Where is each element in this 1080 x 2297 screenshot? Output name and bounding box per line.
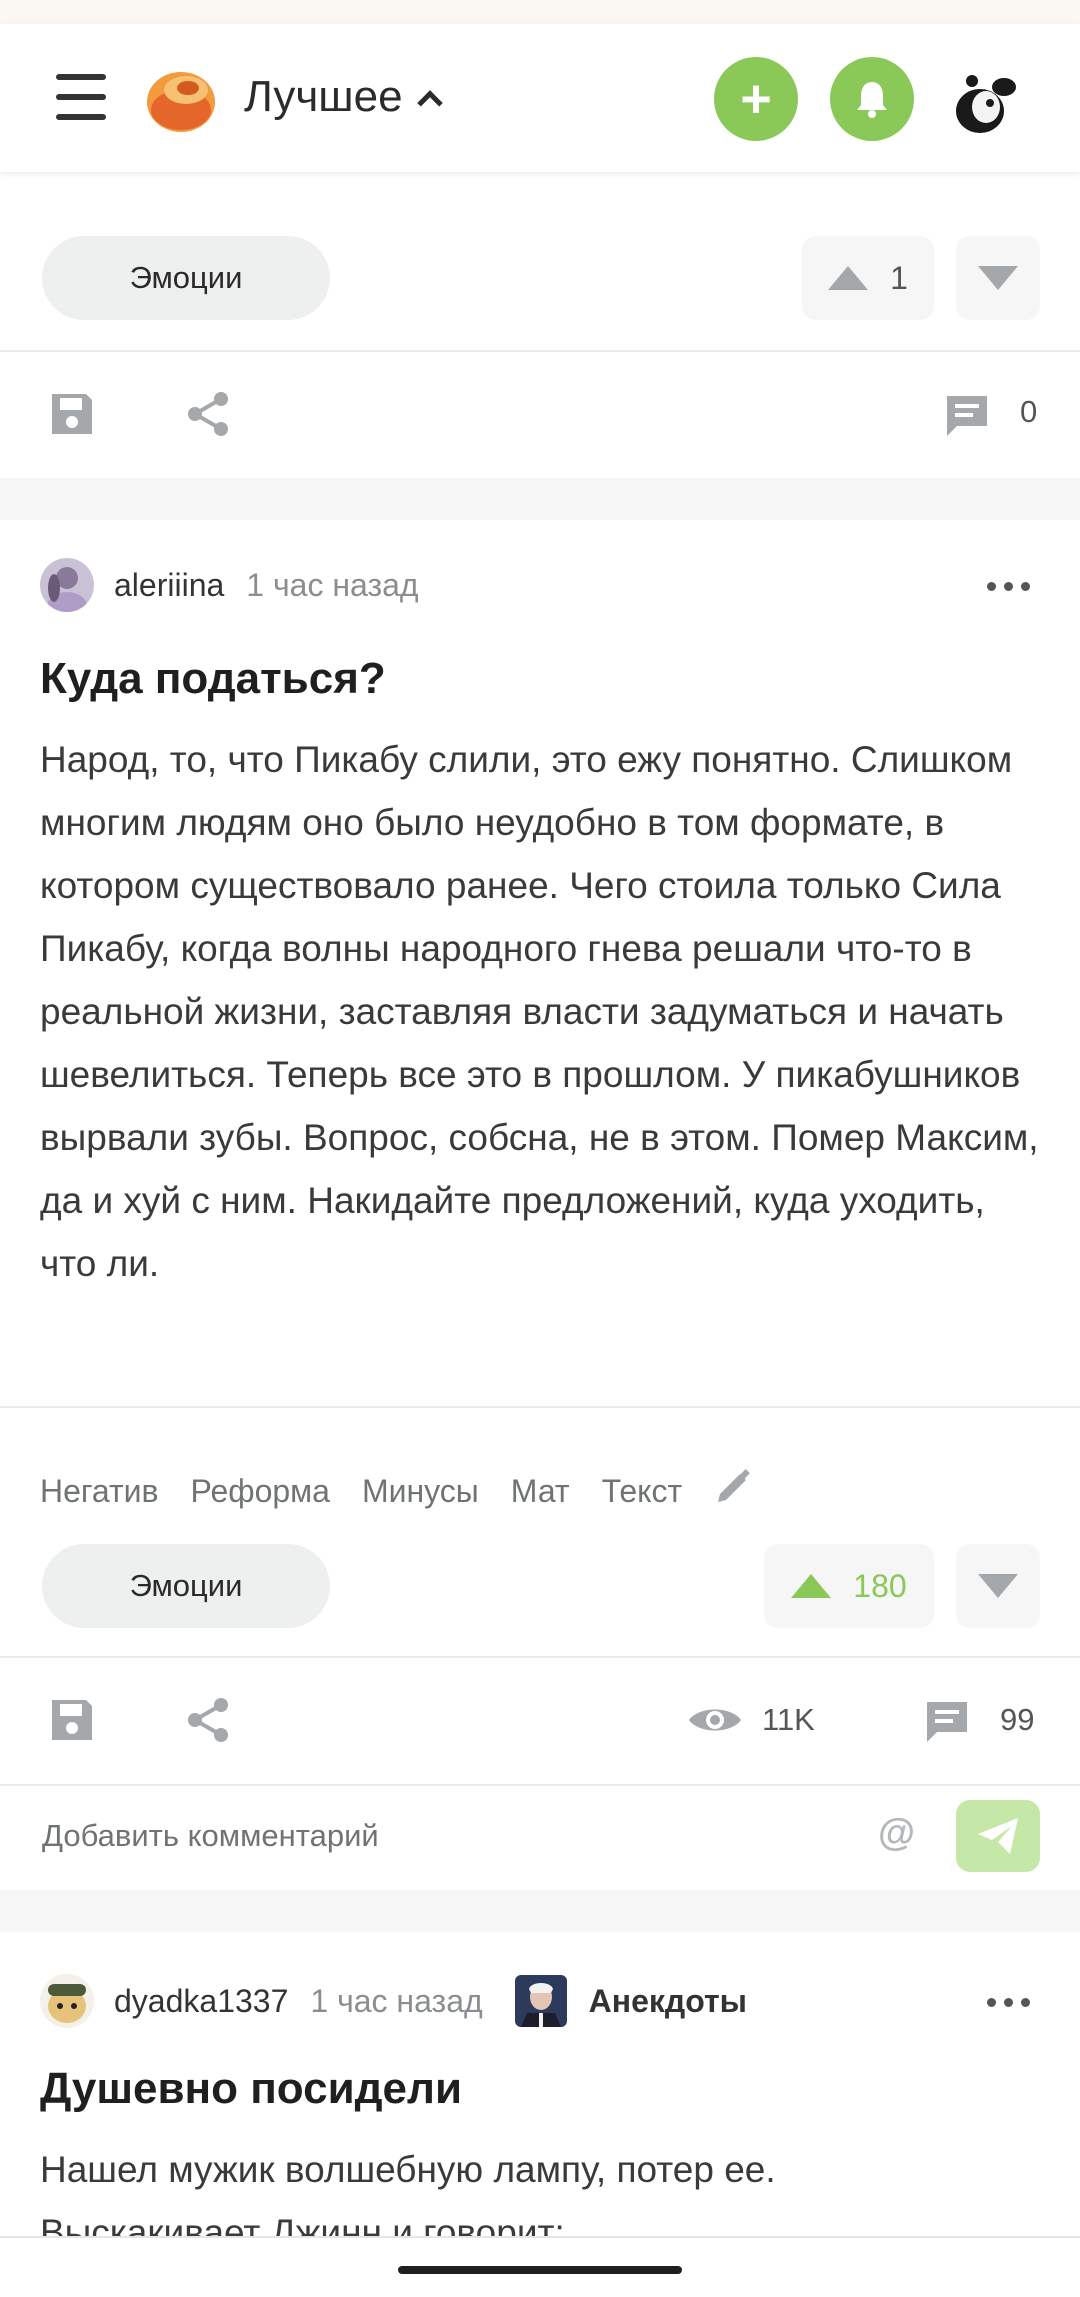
profile-avatar[interactable] bbox=[946, 57, 1030, 141]
user-avatar[interactable] bbox=[40, 1974, 94, 2028]
post-title[interactable]: Куда податься? bbox=[40, 654, 386, 704]
comments-icon[interactable] bbox=[920, 1694, 974, 1748]
arrow-up-icon bbox=[791, 1574, 832, 1598]
tag[interactable]: Реформа bbox=[191, 1473, 330, 1510]
send-comment-button[interactable] bbox=[956, 1800, 1040, 1872]
bell-icon bbox=[857, 82, 887, 118]
downvote-button[interactable] bbox=[956, 236, 1040, 320]
share-icon[interactable] bbox=[180, 386, 236, 442]
rating-value: 1 bbox=[890, 259, 908, 296]
comments-count: 0 bbox=[1020, 394, 1038, 429]
downvote-button[interactable] bbox=[956, 1544, 1040, 1628]
system-navigation-bar bbox=[0, 2236, 1080, 2297]
save-icon[interactable] bbox=[44, 386, 100, 442]
post-tags: Негатив Реформа Минусы Мат Текст bbox=[40, 1468, 752, 1514]
post-body-line: Нашел мужик волшебную лампу, потер ее. bbox=[40, 2149, 776, 2190]
gesture-handle[interactable] bbox=[398, 2266, 682, 2274]
section-title: Лучшее bbox=[244, 72, 403, 121]
upvote-button[interactable]: 1 bbox=[802, 236, 934, 320]
notifications-button[interactable] bbox=[830, 57, 914, 141]
chevron-up-icon bbox=[416, 90, 443, 116]
post-meta: aleriiina 1 час назад bbox=[40, 558, 419, 612]
user-avatar[interactable] bbox=[40, 558, 94, 612]
username[interactable]: aleriiina bbox=[114, 567, 224, 604]
more-options-icon[interactable] bbox=[987, 1998, 1030, 2007]
menu-icon[interactable] bbox=[56, 74, 106, 120]
more-options-icon[interactable] bbox=[987, 582, 1030, 591]
mention-icon[interactable]: @ bbox=[878, 1812, 915, 1855]
section-selector[interactable]: Лучшее bbox=[244, 72, 443, 122]
tag[interactable]: Негатив bbox=[40, 1473, 159, 1510]
emotions-button[interactable]: Эмоции bbox=[42, 236, 330, 320]
pikabu-logo[interactable] bbox=[144, 62, 218, 136]
post-time: 1 час назад bbox=[246, 566, 419, 603]
comment-input[interactable]: Добавить комментарий bbox=[42, 1818, 379, 1854]
community-avatar[interactable] bbox=[514, 1975, 567, 2027]
rating-value: 180 bbox=[853, 1567, 907, 1604]
tag[interactable]: Минусы bbox=[362, 1473, 479, 1510]
arrow-up-icon bbox=[828, 266, 869, 290]
post-title[interactable]: Душевно посидели bbox=[40, 2064, 462, 2114]
status-bar bbox=[0, 0, 1080, 24]
edit-tags-icon[interactable] bbox=[714, 1468, 752, 1514]
post-card: aleriiina 1 час назад Куда податься? Нар… bbox=[0, 520, 1080, 1890]
upvote-button[interactable]: 180 bbox=[764, 1544, 934, 1628]
share-icon[interactable] bbox=[180, 1692, 236, 1748]
post-body: Народ, то, что Пикабу слили, это ежу пон… bbox=[40, 739, 1039, 1284]
views-icon bbox=[686, 1696, 744, 1744]
comments-count: 99 bbox=[1000, 1702, 1035, 1737]
views-count: 11K bbox=[762, 1702, 815, 1737]
tag[interactable]: Мат bbox=[511, 1473, 570, 1510]
post-meta: dyadka1337 1 час назад Анекдоты bbox=[40, 1974, 747, 2028]
arrow-down-icon bbox=[978, 266, 1018, 290]
post-time: 1 час назад bbox=[310, 1982, 483, 2019]
emotions-button[interactable]: Эмоции bbox=[42, 1544, 330, 1628]
add-post-button[interactable]: + bbox=[714, 57, 798, 141]
next-post-card: dyadka1337 1 час назад Анекдоты Душевно … bbox=[0, 1932, 1080, 2253]
send-icon bbox=[978, 1818, 1018, 1854]
save-icon[interactable] bbox=[44, 1692, 100, 1748]
previous-post-footer: Эмоции 1 0 bbox=[0, 172, 1080, 478]
community-name[interactable]: Анекдоты bbox=[589, 1983, 747, 2020]
comments-icon[interactable] bbox=[940, 388, 994, 442]
username[interactable]: dyadka1337 bbox=[114, 1983, 288, 2020]
top-header: Лучшее + bbox=[0, 24, 1080, 172]
tag[interactable]: Текст bbox=[602, 1473, 683, 1510]
arrow-down-icon bbox=[978, 1574, 1018, 1598]
